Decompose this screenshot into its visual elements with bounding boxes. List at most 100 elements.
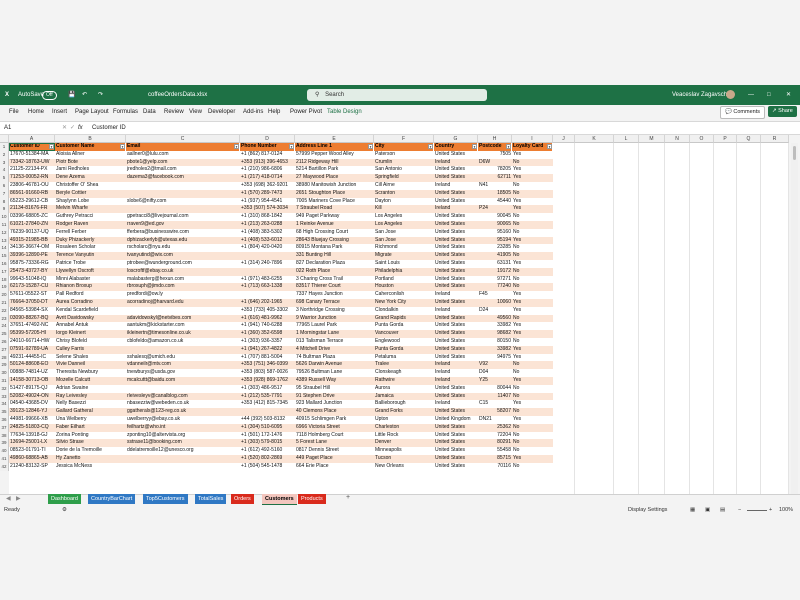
table-cell[interactable]: 78205: [478, 166, 512, 175]
table-cell[interactable]: 923 Mallard Junction: [295, 400, 374, 409]
table-cell[interactable]: Kendal Scardefield: [55, 306, 126, 315]
table-cell[interactable]: jredholes2@tmall.com: [126, 166, 240, 175]
table-cell[interactable]: [126, 384, 240, 393]
table-cell[interactable]: Punta Gorda: [374, 322, 434, 331]
table-cell[interactable]: United States: [434, 221, 478, 229]
table-cell[interactable]: +1 (501) 172-1476: [240, 431, 295, 440]
row-header[interactable]: 38: [0, 431, 9, 440]
table-cell[interactable]: 57999 Pepper Wood Alley: [295, 150, 374, 159]
table-cell[interactable]: United States: [434, 330, 478, 338]
table-cell[interactable]: 70116: [478, 462, 512, 471]
table-cell[interactable]: 21134-81676-FR: [9, 205, 55, 214]
table-cell[interactable]: 698 Canary Terrace: [295, 299, 374, 307]
filter-dropdown-icon[interactable]: ▾: [234, 144, 239, 150]
table-cell[interactable]: 95875-73336-RG: [9, 260, 55, 268]
table-cell[interactable]: +1 (303) 579-8015: [240, 439, 295, 448]
table-cell[interactable]: 41905: [478, 252, 512, 260]
row-header[interactable]: 17: [0, 267, 9, 276]
table-cell[interactable]: 79526 Bultman Lane: [295, 369, 374, 377]
row-header[interactable]: 5: [0, 174, 9, 182]
formula-content[interactable]: Customer ID: [92, 122, 126, 134]
table-cell[interactable]: United States: [434, 353, 478, 362]
table-cell[interactable]: Gallard Gatheral: [55, 408, 126, 416]
table-cell[interactable]: Upton: [374, 416, 434, 424]
row-header[interactable]: 22: [0, 306, 9, 315]
row-header[interactable]: 32: [0, 384, 9, 393]
table-cell[interactable]: 61021-27840-ZN: [9, 221, 55, 229]
column-header[interactable]: I: [512, 135, 553, 143]
table-cell[interactable]: 90045: [478, 213, 512, 221]
table-cell[interactable]: 62711: [478, 174, 512, 182]
table-cell[interactable]: +353 (698) 362-9201: [240, 182, 295, 190]
row-header[interactable]: 26: [0, 338, 9, 346]
row-header[interactable]: 39: [0, 439, 9, 448]
table-cell[interactable]: Cill Airne: [374, 182, 434, 190]
table-cell[interactable]: Caherconlish: [374, 291, 434, 299]
table-cell[interactable]: +353 (412) 815-7345: [240, 400, 295, 409]
table-cell[interactable]: +1 (210) 986-6806: [240, 166, 295, 175]
table-cell[interactable]: 664 Erie Place: [295, 462, 374, 471]
row-header[interactable]: 19: [0, 283, 9, 292]
table-cell[interactable]: [126, 182, 240, 190]
tab-home[interactable]: Home: [28, 105, 44, 119]
table-cell[interactable]: +1 (862) 817-0124: [240, 150, 295, 159]
table-cell[interactable]: 33982: [478, 322, 512, 331]
table-cell[interactable]: Punta Gorda: [374, 345, 434, 354]
table-cell[interactable]: N41: [478, 182, 512, 190]
zoom-slider[interactable]: [747, 510, 767, 511]
table-cell[interactable]: No: [512, 182, 553, 190]
table-cell[interactable]: Yes: [512, 166, 553, 175]
table-cell[interactable]: Vancouver: [374, 330, 434, 338]
table-cell[interactable]: uwelberryy@ebay.co.uk: [126, 416, 240, 424]
table-cell[interactable]: malabasterg@hexun.com: [126, 275, 240, 284]
table-cell[interactable]: tvanyutind@wix.com: [126, 252, 240, 260]
table-cell[interactable]: Englewood: [374, 338, 434, 346]
table-cell[interactable]: United States: [434, 338, 478, 346]
table-cell[interactable]: Grand Forks: [374, 408, 434, 416]
filter-dropdown-icon[interactable]: ▾: [428, 144, 433, 150]
table-cell[interactable]: cblofeldo@amazon.co.uk: [126, 338, 240, 346]
table-cell[interactable]: Ballieborough: [374, 400, 434, 409]
table-cell[interactable]: 85715: [478, 455, 512, 463]
table-cell[interactable]: 39123-12846-YJ: [9, 408, 55, 416]
row-header[interactable]: 35: [0, 408, 9, 416]
table-cell[interactable]: ggatheralx@123-reg.co.uk: [126, 408, 240, 416]
redo-icon[interactable]: ↷: [98, 85, 103, 105]
table-cell[interactable]: 73342-18763-UW: [9, 158, 55, 167]
sheet-tab-countrybarchart[interactable]: CountryBarChart: [88, 494, 136, 504]
close-icon[interactable]: ✕: [786, 85, 791, 105]
table-cell[interactable]: 2651 Stoughton Place: [295, 189, 374, 198]
table-cell[interactable]: 949 Paget Parkway: [295, 213, 374, 221]
autosave-toggle[interactable]: Off: [42, 85, 57, 105]
table-cell[interactable]: 25473-43727-BY: [9, 267, 55, 276]
table-cell[interactable]: +353 (913) 396-4653: [240, 158, 295, 167]
table-cell[interactable]: San Jose: [374, 228, 434, 237]
column-header[interactable]: R: [761, 135, 789, 143]
table-cell[interactable]: Vivie Danneil: [55, 361, 126, 370]
table-cell[interactable]: Yes: [512, 345, 553, 354]
column-header[interactable]: M: [639, 135, 665, 143]
table-cell[interactable]: 49315-21985-BB: [9, 236, 55, 245]
table-cell[interactable]: No: [512, 314, 553, 323]
table-cell[interactable]: United States: [434, 150, 478, 159]
table-cell[interactable]: 94975: [478, 353, 512, 362]
normal-view-icon[interactable]: ▦: [690, 505, 695, 516]
table-cell[interactable]: United States: [434, 228, 478, 237]
table-cell[interactable]: United States: [434, 260, 478, 268]
column-header[interactable]: O: [690, 135, 714, 143]
sheet-tab-top5customers[interactable]: Top5Customers: [143, 494, 188, 504]
table-cell[interactable]: 449 Paget Place: [295, 455, 374, 463]
table-cell[interactable]: 45440: [478, 197, 512, 206]
table-cell[interactable]: +1 (408) 383-5302: [240, 228, 295, 237]
table-cell[interactable]: 58207: [478, 408, 512, 416]
table-cell[interactable]: Ireland: [434, 291, 478, 299]
table-cell[interactable]: +353 (928) 869-1762: [240, 377, 295, 385]
table-cell[interactable]: 76664-37050-DT: [9, 299, 55, 307]
table-cell[interactable]: Ireland: [434, 205, 478, 214]
table-cell[interactable]: United States: [434, 267, 478, 276]
table-cell[interactable]: dazema3@facebook.com: [126, 174, 240, 182]
table-cell[interactable]: Little Rock: [374, 431, 434, 440]
table-cell[interactable]: Aloisia Allner: [55, 150, 126, 159]
table-cell[interactable]: 95 Straubel Hill: [295, 384, 374, 393]
table-cell[interactable]: No: [512, 447, 553, 455]
